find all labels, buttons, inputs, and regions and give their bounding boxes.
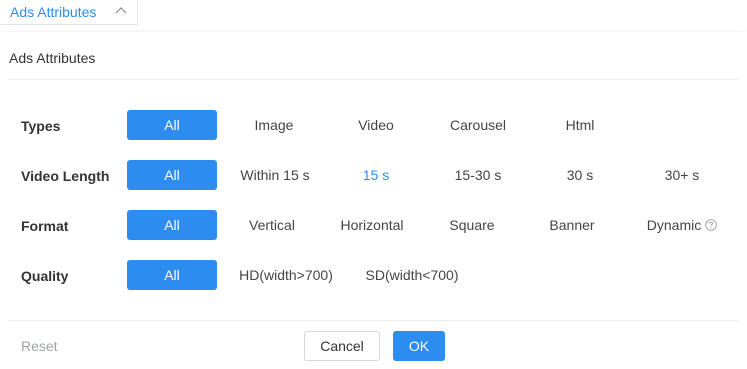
video-length-option-within-15s[interactable]: Within 15 s xyxy=(229,160,321,190)
row-label-quality: Quality xyxy=(21,268,69,284)
footer-divider xyxy=(8,320,739,321)
ads-attributes-trigger-label: Ads Attributes xyxy=(10,4,97,20)
types-option-all[interactable]: All xyxy=(127,110,217,140)
video-length-option-all[interactable]: All xyxy=(127,160,217,190)
format-option-dynamic-label: Dynamic xyxy=(646,217,702,233)
row-label-format: Format xyxy=(21,218,69,234)
types-option-image[interactable]: Image xyxy=(229,110,319,140)
ads-attributes-panel xyxy=(0,32,747,369)
format-option-vertical[interactable]: Vertical xyxy=(227,210,317,240)
types-option-video[interactable]: Video xyxy=(331,110,421,140)
cancel-button[interactable]: Cancel xyxy=(304,331,380,361)
format-option-dynamic[interactable]: Dynamic xyxy=(632,210,732,240)
quality-option-all[interactable]: All xyxy=(127,260,217,290)
reset-link[interactable]: Reset xyxy=(21,338,58,354)
quality-option-sd[interactable]: SD(width<700) xyxy=(358,260,466,290)
video-length-option-30s[interactable]: 30 s xyxy=(535,160,625,190)
types-option-carousel[interactable]: Carousel xyxy=(433,110,523,140)
video-length-option-15s[interactable]: 15 s xyxy=(331,160,421,190)
ads-attributes-trigger[interactable]: Ads Attributes xyxy=(0,0,138,25)
chevron-up-icon xyxy=(115,7,127,14)
question-circle-icon[interactable] xyxy=(705,219,717,231)
panel-title: Ads Attributes xyxy=(9,50,96,66)
row-label-types: Types xyxy=(21,118,61,134)
header-divider xyxy=(8,79,739,80)
format-option-square[interactable]: Square xyxy=(427,210,517,240)
format-option-all[interactable]: All xyxy=(127,210,217,240)
quality-option-hd[interactable]: HD(width>700) xyxy=(232,260,340,290)
format-option-horizontal[interactable]: Horizontal xyxy=(327,210,417,240)
row-label-video-length: Video Length xyxy=(21,168,110,184)
video-length-option-30plus-s[interactable]: 30+ s xyxy=(637,160,727,190)
video-length-option-15-30s[interactable]: 15-30 s xyxy=(433,160,523,190)
types-option-html[interactable]: Html xyxy=(535,110,625,140)
ok-button[interactable]: OK xyxy=(393,331,445,361)
format-option-banner[interactable]: Banner xyxy=(527,210,617,240)
